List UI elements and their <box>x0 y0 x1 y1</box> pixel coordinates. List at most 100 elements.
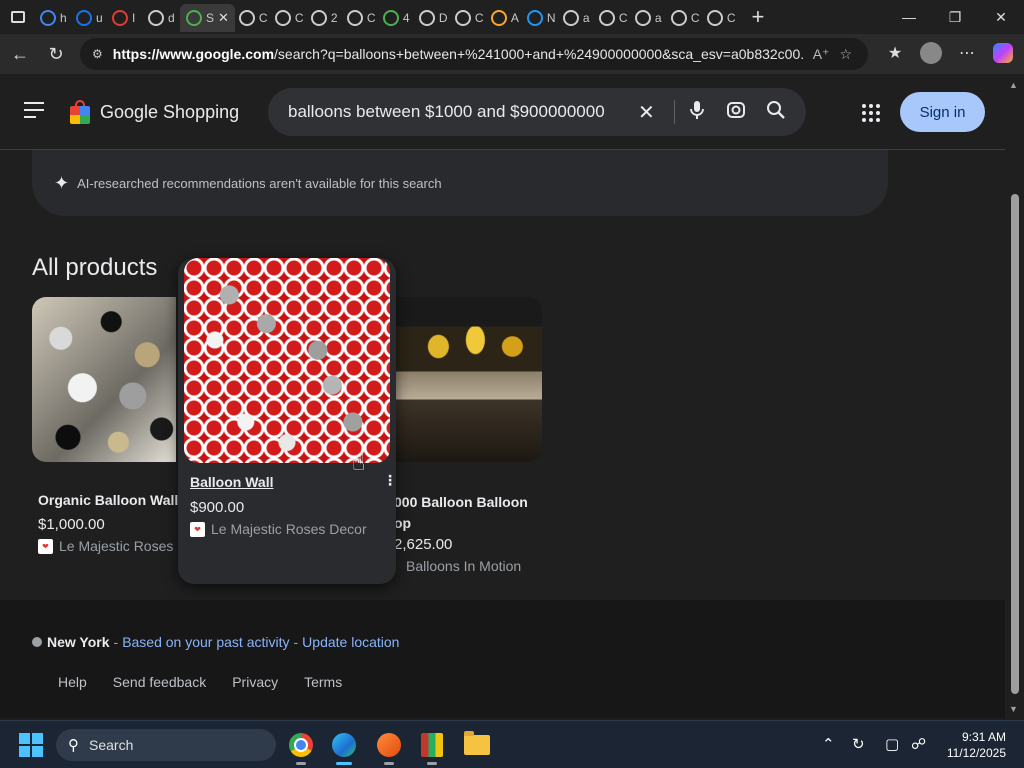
footer-link-feedback[interactable]: Send feedback <box>113 674 206 690</box>
more-options-icon[interactable]: ⋮ <box>383 472 397 489</box>
profile-avatar[interactable] <box>916 38 946 68</box>
footer-links: Help Send feedback Privacy Terms <box>58 674 342 690</box>
clear-search-icon[interactable]: ✕ <box>638 100 655 125</box>
globe-icon <box>418 10 435 26</box>
product-image[interactable] <box>184 258 390 463</box>
minimize-button[interactable]: — <box>886 0 932 34</box>
update-location-link[interactable]: Update location <box>302 634 399 650</box>
tab-actions-button[interactable] <box>0 0 36 34</box>
address-bar[interactable]: ⚙ https://www.google.com/search?q=balloo… <box>80 38 868 70</box>
browser-tab[interactable]: a <box>559 4 595 32</box>
tab-title: 2 <box>330 11 338 25</box>
product-price: 2,625.00 <box>394 536 453 553</box>
system-clock[interactable]: 9:31 AM 11/12/2025 <box>947 729 1006 761</box>
globe-icon <box>454 10 471 26</box>
browser-tab[interactable]: 2 <box>307 4 343 32</box>
product-name[interactable]: Balloon Wall <box>190 474 273 490</box>
footer-link-help[interactable]: Help <box>58 674 87 690</box>
copilot-icon[interactable] <box>988 38 1018 68</box>
browser-tab[interactable]: C <box>667 4 703 32</box>
browser-tab[interactable]: a <box>631 4 667 32</box>
taskbar-app-orange[interactable] <box>373 729 405 765</box>
refresh-button[interactable]: ↻ <box>38 36 74 72</box>
taskbar-chrome[interactable] <box>285 729 317 765</box>
tab-active[interactable]: S ✕ <box>180 4 235 32</box>
browser-tab[interactable]: C <box>235 4 271 32</box>
product-store: ❤ Le Majestic Roses <box>38 538 173 554</box>
google-shopping-logo[interactable]: Google Shopping <box>68 100 239 124</box>
close-window-button[interactable]: ✕ <box>978 0 1024 34</box>
new-tab-button[interactable]: + <box>743 2 773 32</box>
read-aloud-icon[interactable]: A⁺ <box>813 46 830 63</box>
browser-tab[interactable]: C <box>343 4 379 32</box>
more-menu-icon[interactable]: ⋯ <box>952 38 982 68</box>
site-info-icon[interactable]: ⚙ <box>92 47 103 61</box>
browser-tab[interactable]: D <box>415 4 451 32</box>
browser-tab[interactable]: 4 <box>379 4 415 32</box>
tab-title: d <box>168 11 175 25</box>
maximize-button[interactable]: ❐ <box>932 0 978 34</box>
browser-tab[interactable]: A <box>487 4 523 32</box>
back-button[interactable]: ← <box>2 36 38 72</box>
search-submit-icon[interactable] <box>766 100 786 125</box>
scroll-thumb[interactable] <box>1011 194 1019 694</box>
scroll-down-icon[interactable]: ▼ <box>1009 704 1018 714</box>
product-name[interactable]: Organic Balloon Wall <box>38 492 178 508</box>
globe-icon <box>706 10 723 26</box>
taskbar-edge[interactable] <box>328 729 360 765</box>
page-viewport: Google Shopping balloons between $1000 a… <box>0 74 1005 718</box>
product-image[interactable] <box>394 297 542 462</box>
product-price: $900.00 <box>190 499 245 516</box>
past-activity-link[interactable]: Based on your past activity <box>122 634 289 650</box>
favorite-star-icon[interactable]: ☆ <box>840 46 853 63</box>
browser-tab[interactable]: u <box>72 4 108 32</box>
main-menu-icon[interactable] <box>24 102 44 123</box>
tab-title: C <box>726 11 735 25</box>
browser-tab[interactable]: N <box>523 4 559 32</box>
product-name[interactable]: 000 Balloon Balloon op <box>394 492 542 534</box>
taskbar-file-explorer[interactable] <box>461 729 493 761</box>
sign-in-button[interactable]: Sign in <box>900 92 985 132</box>
sync-icon[interactable]: ↻ <box>852 735 865 753</box>
voice-search-icon[interactable] <box>688 100 706 125</box>
product-card[interactable]: Organic Balloon Wall $1,000.00 ❤ Le Majes… <box>32 297 182 557</box>
browser-tab[interactable]: C <box>595 4 631 32</box>
product-price: $1,000.00 <box>38 516 105 533</box>
footer-link-terms[interactable]: Terms <box>304 674 342 690</box>
monitor-icon <box>186 10 202 26</box>
search-input[interactable]: balloons between $1000 and $900000000 <box>288 102 628 122</box>
product-image[interactable] <box>32 297 176 462</box>
search-box[interactable]: balloons between $1000 and $900000000 ✕ <box>268 88 806 136</box>
globe-icon <box>346 10 363 26</box>
scroll-up-icon[interactable]: ▲ <box>1009 80 1018 90</box>
location-dot-icon <box>32 637 42 647</box>
browser-tab[interactable]: I <box>108 4 144 32</box>
display-icon[interactable]: ▢ <box>885 735 899 753</box>
edge-icon <box>332 733 356 757</box>
browser-tab[interactable]: d <box>144 4 180 32</box>
ai-notice-banner: ✦ AI-researched recommendations aren't a… <box>32 150 888 216</box>
browser-tab[interactable]: h <box>36 4 72 32</box>
browser-tab[interactable]: C <box>451 4 487 32</box>
taskbar-app-books[interactable] <box>416 729 448 765</box>
wordpress-icon <box>526 10 543 26</box>
favorites-icon[interactable]: ★ <box>880 38 910 68</box>
sparkle-icon: ✦ <box>54 172 70 193</box>
close-tab-icon[interactable]: ✕ <box>218 10 229 26</box>
network-icon[interactable]: ☍ <box>911 735 926 753</box>
product-store: ❤ Le Majestic Roses Decor <box>190 521 367 537</box>
taskbar-search[interactable]: ⚲ Search <box>56 729 276 761</box>
vertical-scrollbar[interactable]: ▲ ▼ <box>1005 74 1024 718</box>
tab-title: C <box>258 11 267 25</box>
location-separator: - <box>113 634 119 650</box>
product-card-hovered[interactable]: Balloon Wall ⋮ $900.00 ❤ Le Majestic Rose… <box>178 258 397 584</box>
tab-title: N <box>546 11 555 25</box>
product-card[interactable]: 000 Balloon Balloon op 2,625.00 Balloons … <box>394 297 544 574</box>
browser-tab[interactable]: C <box>703 4 739 32</box>
tray-overflow-icon[interactable]: ⌃ <box>822 735 835 753</box>
lens-search-icon[interactable] <box>726 100 746 125</box>
browser-tab[interactable]: C <box>271 4 307 32</box>
footer-link-privacy[interactable]: Privacy <box>232 674 278 690</box>
google-apps-icon[interactable] <box>862 104 880 122</box>
start-button[interactable] <box>19 733 43 757</box>
